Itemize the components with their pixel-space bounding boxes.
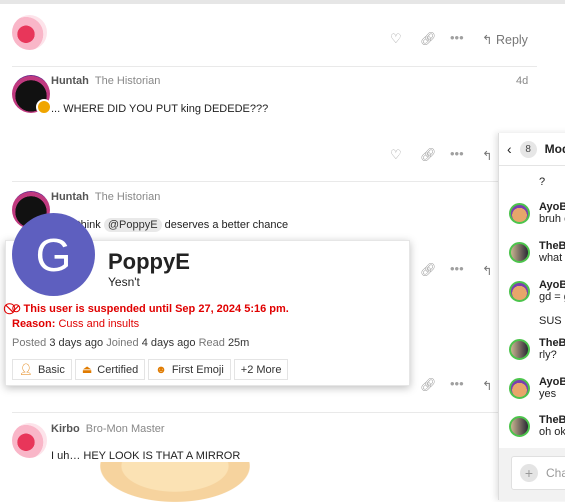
chat-avatar[interactable]	[509, 203, 530, 224]
avatar[interactable]	[12, 423, 47, 458]
reply-icon[interactable]: ↰	[482, 263, 492, 278]
more-badges-button[interactable]: +2 More	[233, 359, 289, 380]
user-title: Bro-Mon Master	[85, 423, 165, 435]
chat-message: TheBawhat	[539, 240, 565, 264]
chat-header: ‹ 8 Mod	[499, 133, 565, 166]
avatar[interactable]	[12, 15, 47, 50]
chat-avatar[interactable]	[509, 242, 530, 263]
reply-icon[interactable]: ↰	[482, 148, 492, 163]
user-title: The Historian	[94, 75, 161, 87]
reply-button[interactable]: ↰ Reply	[482, 32, 528, 47]
avatar[interactable]	[12, 75, 52, 115]
badge-certified[interactable]: ⏏ Certified	[74, 359, 146, 380]
badge-basic[interactable]: 👤︎ Basic	[12, 359, 72, 380]
chat-message: TheBaoh ok	[539, 414, 565, 438]
user-title: The Historian	[94, 191, 161, 203]
post-date[interactable]: 4d	[516, 75, 528, 87]
certified-icon: ⏏	[81, 364, 93, 376]
link-icon[interactable]: 🔗︎	[420, 262, 437, 278]
chat-message: TheBarly?	[539, 337, 565, 361]
chat-message: AyoBigd = g	[539, 279, 565, 303]
more-icon[interactable]: •••	[450, 261, 464, 276]
mention-link[interactable]: @PoppyE	[103, 218, 162, 232]
badge-first-emoji[interactable]: ☻ First Emoji	[148, 359, 231, 380]
chat-input[interactable]: +Chat	[511, 456, 565, 490]
user-stats: Posted 3 days ago Joined 4 days ago Read…	[12, 337, 250, 349]
post-image[interactable]	[100, 462, 250, 502]
user-icon: 👤︎	[19, 364, 33, 376]
username[interactable]: Huntah	[51, 75, 89, 87]
heart-icon[interactable]: ♡	[390, 147, 402, 163]
username[interactable]: Kirbo	[51, 423, 80, 435]
smile-icon: ☻	[155, 363, 167, 376]
chat-avatar[interactable]	[509, 378, 530, 399]
suspension-reason: Reason: Cuss and insults	[12, 318, 140, 330]
card-avatar[interactable]: G	[12, 213, 95, 296]
top-border	[0, 0, 565, 4]
divider	[12, 66, 537, 67]
reply-icon[interactable]: ↰	[482, 378, 492, 393]
link-icon[interactable]: 🔗︎	[420, 31, 437, 47]
flair-badge	[36, 99, 52, 115]
back-icon[interactable]: ‹	[507, 141, 512, 157]
plus-icon[interactable]: +	[520, 464, 538, 482]
more-icon[interactable]: •••	[450, 376, 464, 391]
chat-avatar[interactable]	[509, 416, 530, 437]
post-text: ... WHERE DID YOU PUT king DEDEDE???	[51, 103, 269, 115]
divider	[12, 181, 537, 182]
chat-message: ?	[539, 176, 546, 188]
badge-list: 👤︎ Basic ⏏ Certified ☻ First Emoji +2 More	[12, 359, 291, 380]
card-bio: Yesn't	[108, 275, 140, 289]
link-icon[interactable]: 🔗︎	[420, 147, 437, 163]
heart-icon[interactable]: ♡	[390, 31, 402, 47]
link-icon[interactable]: 🔗︎	[420, 377, 437, 393]
channel-name[interactable]: Mod	[545, 142, 565, 156]
post-text: ...ill think @PoppyE deserves a better c…	[58, 218, 289, 232]
more-icon[interactable]: •••	[450, 146, 464, 161]
post-text: I uh… HEY LOOK IS THAT A MIRROR	[51, 450, 241, 462]
username[interactable]: Huntah	[51, 191, 89, 203]
reply-icon: ↰	[482, 33, 493, 47]
card-username[interactable]: PoppyE	[108, 249, 190, 275]
chat-panel: ‹ 8 Mod ? AyoBibruh c TheBawhat AyoBigd …	[498, 133, 565, 500]
chat-message: AyoBibruh c	[539, 201, 565, 225]
chat-composer: +Chat	[499, 448, 565, 500]
chat-message: AyoBiyes	[539, 376, 565, 400]
chat-message: SUS a	[539, 315, 565, 327]
unread-count: 8	[519, 140, 537, 158]
chat-avatar[interactable]	[509, 281, 530, 302]
more-icon[interactable]: •••	[450, 30, 464, 45]
divider	[12, 412, 537, 413]
chat-avatar[interactable]	[509, 339, 530, 360]
suspension-notice: ⃠⊘ This user is suspended until Sep 27, …	[12, 303, 289, 315]
